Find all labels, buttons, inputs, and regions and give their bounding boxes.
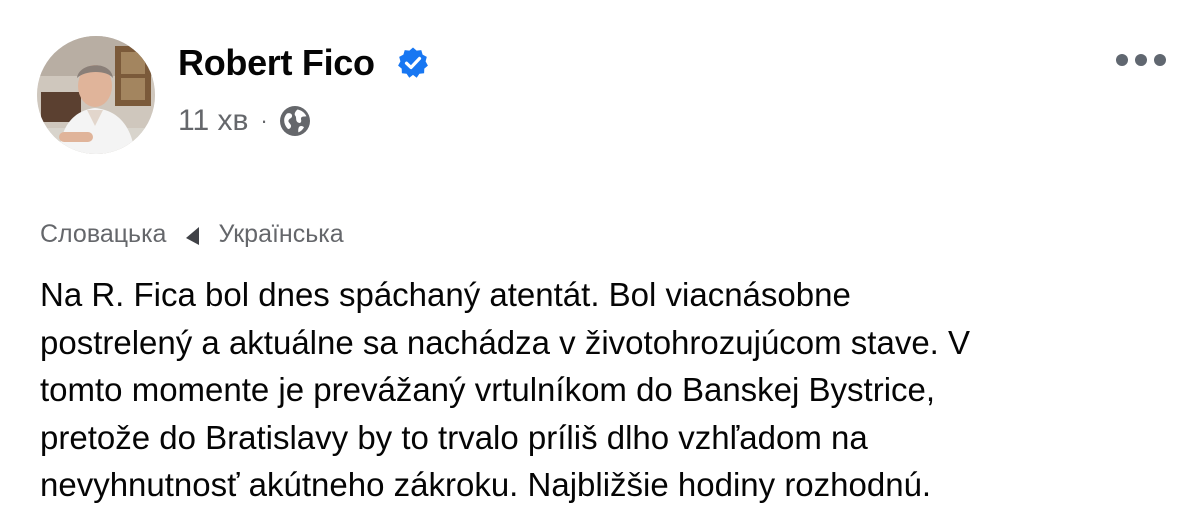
- post-text-line: tomto momente je prevážaný vrtulníkom do…: [40, 371, 936, 408]
- avatar-photo: [37, 36, 155, 154]
- more-options-icon: [1135, 54, 1147, 66]
- more-options-icon: [1116, 54, 1128, 66]
- author-avatar[interactable]: [37, 36, 155, 154]
- post-text-line: postrelený a aktuálne sa nachádza v živo…: [40, 323, 971, 361]
- source-language[interactable]: Словацька: [40, 220, 166, 249]
- post-text-line: nevyhnutnosť akútneho zákroku. Najbližši…: [40, 466, 932, 503]
- post-timestamp[interactable]: 11 хв: [178, 104, 248, 138]
- more-options-icon: [1154, 54, 1166, 66]
- facebook-post: Robert Fico 11 хв · Словацька Українська…: [0, 0, 1200, 521]
- translation-bar: Словацька Українська: [40, 214, 344, 254]
- translation-arrow-icon: [186, 227, 200, 245]
- meta-separator: ·: [260, 108, 268, 133]
- more-options-button[interactable]: [1108, 40, 1174, 80]
- globe-icon[interactable]: [278, 104, 312, 138]
- verified-badge-icon: [398, 47, 428, 78]
- post-text-line: pretože do Bratislavy by to trvalo príli…: [40, 418, 868, 456]
- target-language[interactable]: Українська: [218, 220, 343, 249]
- author-name[interactable]: Robert Fico: [178, 38, 375, 88]
- post-text-line: Na R. Fica bol dnes spáchaný atentát. Bo…: [40, 276, 851, 313]
- post-text: Na R. Fica bol dnes spáchaný atentát. Bo…: [40, 271, 1180, 509]
- post-meta: 11 хв ·: [178, 98, 312, 144]
